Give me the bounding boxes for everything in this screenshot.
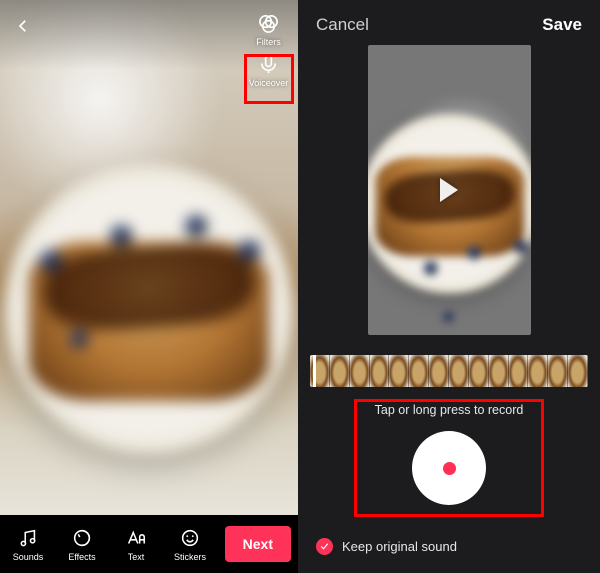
text-label: Text <box>128 552 145 562</box>
stickers-label: Stickers <box>174 552 206 562</box>
text-tool[interactable]: Text <box>113 527 159 562</box>
bottom-toolbar: Sounds Effects Text Stickers Ne <box>0 515 298 573</box>
save-button[interactable]: Save <box>542 15 582 35</box>
edit-screen: Filters Voiceover Sounds Effects <box>0 0 298 573</box>
voiceover-tool[interactable]: Voiceover <box>246 53 291 88</box>
header: Cancel Save <box>298 0 600 45</box>
effects-tool[interactable]: Effects <box>59 527 105 562</box>
filters-icon <box>257 12 280 35</box>
checkmark-icon <box>316 538 333 555</box>
effects-icon <box>71 527 93 549</box>
record-button[interactable] <box>412 431 486 505</box>
playhead[interactable] <box>313 355 316 387</box>
play-icon <box>440 178 458 202</box>
cancel-button[interactable]: Cancel <box>316 15 369 35</box>
next-button[interactable]: Next <box>225 526 291 562</box>
filters-tool[interactable]: Filters <box>246 12 291 47</box>
stickers-tool[interactable]: Stickers <box>167 527 213 562</box>
text-icon <box>125 527 147 549</box>
record-area: Tap or long press to record <box>298 403 600 505</box>
side-toolbar: Filters Voiceover <box>246 12 291 88</box>
sounds-tool[interactable]: Sounds <box>5 527 51 562</box>
sticker-icon <box>179 527 201 549</box>
timeline-filmstrip[interactable] <box>310 355 588 387</box>
filters-label: Filters <box>256 37 281 47</box>
sounds-label: Sounds <box>13 552 44 562</box>
chevron-left-icon <box>14 17 32 35</box>
voiceover-label: Voiceover <box>249 78 289 88</box>
voiceover-screen: Cancel Save Tap or long press to record <box>298 0 600 573</box>
music-note-icon <box>17 527 39 549</box>
effects-label: Effects <box>68 552 95 562</box>
keep-original-sound-toggle[interactable]: Keep original sound <box>316 538 457 555</box>
record-dot-icon <box>443 462 456 475</box>
microphone-icon <box>257 53 280 76</box>
back-button[interactable] <box>10 13 36 39</box>
record-hint: Tap or long press to record <box>375 403 524 417</box>
video-preview-small[interactable] <box>368 45 531 335</box>
keep-original-label: Keep original sound <box>342 539 457 554</box>
